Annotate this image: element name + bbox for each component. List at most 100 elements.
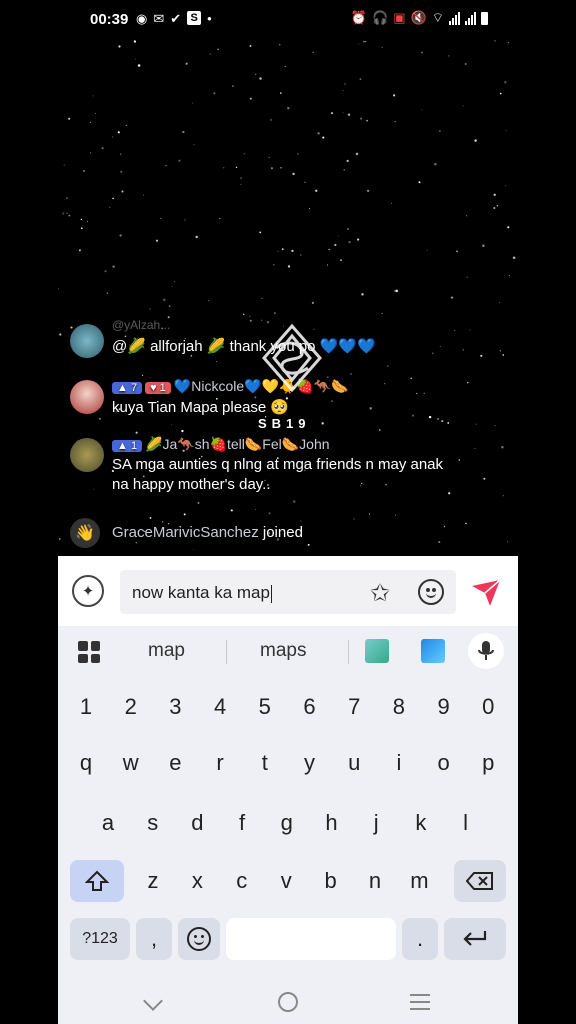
sparkle-button[interactable]: ✦ (72, 575, 104, 607)
letter-key[interactable]: k (401, 802, 441, 844)
letter-key[interactable]: y (290, 742, 330, 784)
letter-key[interactable]: c (222, 860, 262, 902)
letter-key[interactable]: b (311, 860, 351, 902)
letter-key[interactable]: o (424, 742, 464, 784)
chat-text-line2: na happy mother's day.. (112, 476, 271, 493)
alarm-icon: ⏰ (350, 10, 368, 25)
letter-key[interactable]: n (355, 860, 395, 902)
chat-text: SA mga aunties q nlng at mga friends n m… (112, 456, 444, 473)
comment-bar: ✦ now kanta ka map ✩ (58, 556, 518, 626)
number-key[interactable]: 9 (424, 686, 464, 728)
letter-key[interactable]: i (379, 742, 419, 784)
letter-key[interactable]: g (267, 802, 307, 844)
live-stream-screen: @yAlzah... @🌽 allforjah 🌽 thank you po 💙… (58, 40, 518, 1024)
faded-username: @yAlzah... (112, 318, 171, 332)
emoji-icon[interactable] (418, 579, 444, 605)
letter-key[interactable]: d (177, 802, 217, 844)
number-key[interactable]: 8 (379, 686, 419, 728)
join-text: GraceMarivicSanchez joined (112, 524, 303, 541)
letter-key[interactable]: p (468, 742, 508, 784)
letter-key[interactable]: l (446, 802, 486, 844)
system-nav-bar (58, 984, 518, 1024)
period-key[interactable]: . (402, 918, 438, 960)
s-app-icon: S (187, 11, 202, 25)
signal-icon (449, 11, 460, 25)
number-key[interactable]: 1 (66, 686, 106, 728)
chat-username[interactable]: 🌽Ja🦘sh🍓tell🌭Fel🌭John (145, 436, 329, 452)
backspace-key[interactable] (454, 860, 506, 902)
letter-key[interactable]: u (334, 742, 374, 784)
email-icon: ✉ (153, 11, 165, 26)
letter-key[interactable]: s (133, 802, 173, 844)
letter-key[interactable]: z (133, 860, 173, 902)
text-caret (270, 584, 272, 603)
wave-icon: 👋 (70, 518, 100, 548)
sb19-logo (262, 323, 322, 393)
letter-key[interactable]: q (66, 742, 106, 784)
join-notice: 👋 GraceMarivicSanchez joined (70, 518, 510, 548)
send-icon[interactable] (470, 576, 502, 608)
status-time: 00:39 (90, 11, 129, 28)
number-key[interactable]: 7 (334, 686, 374, 728)
chat-header: ▲ 1 🌽Ja🦘sh🍓tell🌭Fel🌭John (112, 436, 330, 453)
wifi-icon: ⌔ (431, 10, 444, 25)
level-badge: ▲ 1 (112, 440, 143, 452)
letter-key[interactable]: m (399, 860, 439, 902)
comment-input[interactable]: now kanta ka map ✩ (120, 570, 456, 614)
headset-icon: 🎧 (372, 10, 389, 25)
map-route-icon[interactable] (421, 639, 445, 663)
apps-grid-icon[interactable] (78, 641, 100, 663)
avatar (70, 438, 104, 472)
avatar (70, 380, 104, 414)
battery-icon (481, 11, 488, 25)
letter-key[interactable]: t (245, 742, 285, 784)
soft-keyboard: map maps 1234567890 qwertyuiop asdfghjkl… (58, 626, 518, 984)
letter-key[interactable]: e (155, 742, 195, 784)
nfc-icon: ▣ (393, 10, 406, 25)
suggestion-item[interactable]: map (148, 640, 185, 662)
letter-key[interactable]: v (266, 860, 306, 902)
symbols-key[interactable]: ?123 (70, 918, 130, 960)
emoji-key[interactable] (178, 918, 220, 960)
number-key[interactable]: 6 (290, 686, 330, 728)
number-key[interactable]: 2 (111, 686, 151, 728)
map-sticker-icon[interactable] (365, 639, 389, 663)
status-bar: 00:39 ◉ ✉ ✔ S • ⏰ 🎧 ▣ 🔇 ⌔ (0, 0, 576, 40)
nav-back-chevron-icon[interactable] (143, 991, 163, 1011)
letter-key[interactable]: a (88, 802, 128, 844)
comma-key[interactable]: , (136, 918, 172, 960)
mute-icon: 🔇 (410, 10, 427, 25)
suggestion-divider (226, 640, 227, 664)
letter-key[interactable]: j (356, 802, 396, 844)
live-chat: @yAlzah... @🌽 allforjah 🌽 thank you po 💙… (58, 40, 518, 556)
mic-icon[interactable] (468, 633, 504, 669)
avatar (70, 324, 104, 358)
sticker-star-icon[interactable]: ✩ (370, 579, 390, 608)
letter-key[interactable]: h (312, 802, 352, 844)
space-key[interactable] (226, 918, 396, 960)
chat-text: @🌽 allforjah 🌽 thank you po 💙💙💙 (112, 338, 376, 355)
suggestion-bar: map maps (58, 626, 518, 676)
letter-key[interactable]: f (222, 802, 262, 844)
shift-key[interactable] (70, 860, 124, 902)
number-key[interactable]: 3 (155, 686, 195, 728)
messenger-icon: ◉ (136, 11, 148, 26)
suggestion-item[interactable]: maps (260, 640, 306, 662)
letter-key[interactable]: w (111, 742, 151, 784)
logo-text: SB19 (258, 416, 311, 431)
signal-icon-2 (465, 11, 476, 25)
comment-input-value[interactable]: now kanta ka map (132, 583, 272, 603)
enter-key[interactable] (444, 918, 506, 960)
number-key[interactable]: 4 (200, 686, 240, 728)
number-key[interactable]: 0 (468, 686, 508, 728)
nav-home-icon[interactable] (278, 992, 298, 1012)
nav-recent-apps-icon[interactable] (410, 994, 430, 1015)
letter-key[interactable]: x (177, 860, 217, 902)
level-badge: ▲ 7 (112, 382, 143, 394)
heart-badge: ♥ 1 (145, 382, 171, 394)
chat-text: kuya Tian Mapa please 🥺 (112, 399, 290, 416)
dot-icon: • (207, 11, 212, 26)
letter-key[interactable]: r (200, 742, 240, 784)
status-left-icons: ◉ ✉ ✔ S • (136, 11, 212, 27)
number-key[interactable]: 5 (245, 686, 285, 728)
